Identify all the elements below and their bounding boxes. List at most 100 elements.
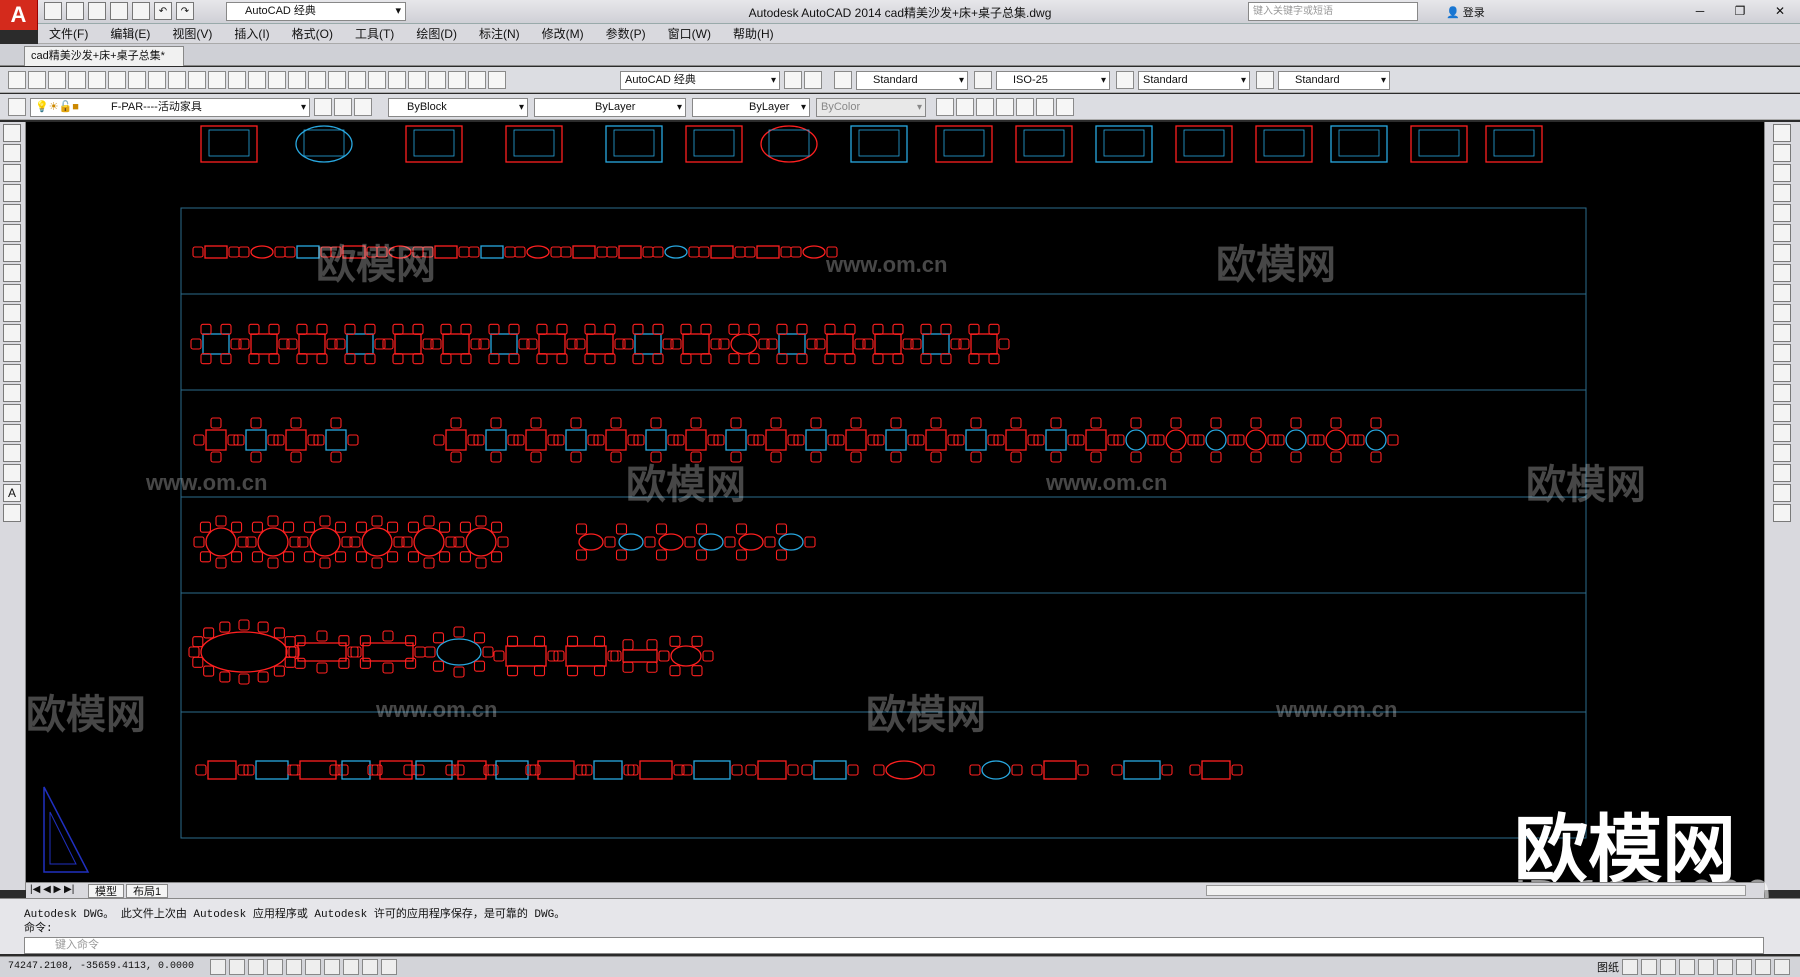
rectangle-icon[interactable] bbox=[3, 204, 21, 222]
workspace-select[interactable]: AutoCAD 经典 bbox=[226, 2, 406, 21]
help-icon[interactable] bbox=[488, 71, 506, 89]
linetype-combo[interactable]: ByLayer bbox=[534, 98, 686, 117]
pan-status-icon[interactable] bbox=[1660, 959, 1676, 975]
text-style-combo[interactable]: Standard bbox=[856, 71, 968, 90]
polygon-icon[interactable] bbox=[3, 184, 21, 202]
spline-icon[interactable] bbox=[3, 284, 21, 302]
walk-icon[interactable] bbox=[1036, 98, 1054, 116]
plot-preview-icon[interactable] bbox=[88, 71, 106, 89]
light-icon[interactable] bbox=[976, 98, 994, 116]
menu-window[interactable]: 窗口(W) bbox=[657, 25, 722, 42]
trim-icon[interactable] bbox=[1773, 304, 1791, 322]
command-input[interactable]: 键入命令 bbox=[24, 937, 1764, 954]
properties-icon[interactable] bbox=[368, 71, 386, 89]
print-icon[interactable] bbox=[132, 2, 150, 20]
add-selected-icon[interactable] bbox=[3, 504, 21, 522]
open-icon[interactable] bbox=[28, 71, 46, 89]
extend-icon[interactable] bbox=[1773, 324, 1791, 342]
construction-line-icon[interactable] bbox=[3, 144, 21, 162]
paste-icon[interactable] bbox=[188, 71, 206, 89]
layer-combo[interactable]: 💡☀🔓■ F-PAR----活动家具 bbox=[30, 98, 310, 117]
ellipse-arc-icon[interactable] bbox=[3, 324, 21, 342]
point-icon[interactable] bbox=[3, 384, 21, 402]
gradient-icon[interactable] bbox=[3, 424, 21, 442]
menu-dimension[interactable]: 标注(N) bbox=[468, 25, 531, 42]
offset-icon[interactable] bbox=[1773, 184, 1791, 202]
visual-style-icon[interactable] bbox=[936, 98, 954, 116]
match-properties-icon[interactable] bbox=[208, 71, 226, 89]
transparency-toggle-icon[interactable] bbox=[381, 959, 397, 975]
tab-nav-arrows[interactable]: |◀ ◀ ▶ ▶| bbox=[30, 884, 74, 895]
cut-icon[interactable] bbox=[148, 71, 166, 89]
workspace-save-icon[interactable] bbox=[804, 71, 822, 89]
osnap-toggle-icon[interactable] bbox=[286, 959, 302, 975]
erase-icon[interactable] bbox=[1773, 124, 1791, 142]
move-icon[interactable] bbox=[1773, 224, 1791, 242]
zoom-status-icon[interactable] bbox=[1679, 959, 1695, 975]
qnew-icon[interactable] bbox=[8, 71, 26, 89]
annotation-scale-icon[interactable] bbox=[1698, 959, 1714, 975]
polyline-icon[interactable] bbox=[3, 164, 21, 182]
array-icon[interactable] bbox=[1773, 204, 1791, 222]
dim-style-icon[interactable] bbox=[974, 71, 992, 89]
open-file-icon[interactable] bbox=[66, 2, 84, 20]
text-style-icon[interactable] bbox=[834, 71, 852, 89]
isolate-objects-icon[interactable] bbox=[1755, 959, 1771, 975]
circle-icon[interactable] bbox=[3, 244, 21, 262]
ellipse-icon[interactable] bbox=[3, 304, 21, 322]
grid-toggle-icon[interactable] bbox=[229, 959, 245, 975]
block-editor-icon[interactable] bbox=[228, 71, 246, 89]
sheet-set-icon[interactable] bbox=[428, 71, 446, 89]
layer-properties-icon[interactable] bbox=[8, 98, 26, 116]
make-current-icon[interactable] bbox=[314, 98, 332, 116]
drawing-canvas[interactable]: 欧模网 www.om.cn 欧模网 www.om.cn 欧模网 www.om.c… bbox=[26, 122, 1764, 890]
redo-icon[interactable]: ↷ bbox=[176, 2, 194, 20]
help-search-input[interactable]: 键入关键字或短语 bbox=[1248, 2, 1418, 21]
scale-icon[interactable] bbox=[1773, 264, 1791, 282]
draw-order-icon[interactable] bbox=[1773, 504, 1791, 522]
table-icon[interactable] bbox=[3, 464, 21, 482]
lineweight-toggle-icon[interactable] bbox=[362, 959, 378, 975]
lock-ui-icon[interactable] bbox=[1736, 959, 1752, 975]
quick-view-drawings-icon[interactable] bbox=[1641, 959, 1657, 975]
multiline-text-icon[interactable]: A bbox=[3, 484, 21, 502]
menu-draw[interactable]: 绘图(D) bbox=[405, 25, 468, 42]
menu-format[interactable]: 格式(O) bbox=[281, 25, 344, 42]
break-at-point-icon[interactable] bbox=[1773, 344, 1791, 362]
menu-file[interactable]: 文件(F) bbox=[38, 25, 99, 42]
fillet-icon[interactable] bbox=[1773, 424, 1791, 442]
dim-style-combo[interactable]: ISO-25 bbox=[996, 71, 1110, 90]
explode-icon[interactable] bbox=[1773, 444, 1791, 462]
menu-edit[interactable]: 编辑(E) bbox=[99, 25, 161, 42]
ducs-toggle-icon[interactable] bbox=[324, 959, 340, 975]
login-button[interactable]: 👤 登录 bbox=[1446, 4, 1485, 20]
materials-icon[interactable] bbox=[996, 98, 1014, 116]
clean-screen-icon[interactable] bbox=[1774, 959, 1790, 975]
menu-insert[interactable]: 插入(I) bbox=[223, 25, 280, 42]
layer-walk-icon[interactable] bbox=[1773, 484, 1791, 502]
zoom-realtime-icon[interactable] bbox=[308, 71, 326, 89]
revision-cloud-icon[interactable] bbox=[3, 264, 21, 282]
menu-modify[interactable]: 修改(M) bbox=[531, 25, 595, 42]
multileader-style-icon[interactable] bbox=[1256, 71, 1274, 89]
menu-help[interactable]: 帮助(H) bbox=[722, 25, 785, 42]
color-combo[interactable]: ByBlock bbox=[388, 98, 528, 117]
new-file-icon[interactable] bbox=[44, 2, 62, 20]
workspace-combo[interactable]: AutoCAD 经典 bbox=[620, 71, 780, 90]
stretch-icon[interactable] bbox=[1773, 284, 1791, 302]
multileader-style-combo[interactable]: Standard bbox=[1278, 71, 1390, 90]
region-icon[interactable] bbox=[3, 444, 21, 462]
layer-previous-icon[interactable] bbox=[334, 98, 352, 116]
minimize-icon[interactable]: ─ bbox=[1680, 0, 1720, 22]
hatch-icon[interactable] bbox=[3, 404, 21, 422]
redo-icon[interactable] bbox=[268, 71, 286, 89]
save-icon[interactable] bbox=[88, 2, 106, 20]
quickcalc-icon[interactable] bbox=[468, 71, 486, 89]
save-as-icon[interactable] bbox=[110, 2, 128, 20]
fly-icon[interactable] bbox=[1056, 98, 1074, 116]
quick-view-layouts-icon[interactable] bbox=[1622, 959, 1638, 975]
workspace-switch-icon[interactable] bbox=[1717, 959, 1733, 975]
plot-icon[interactable] bbox=[68, 71, 86, 89]
zoom-window-icon[interactable] bbox=[328, 71, 346, 89]
line-icon[interactable] bbox=[3, 124, 21, 142]
